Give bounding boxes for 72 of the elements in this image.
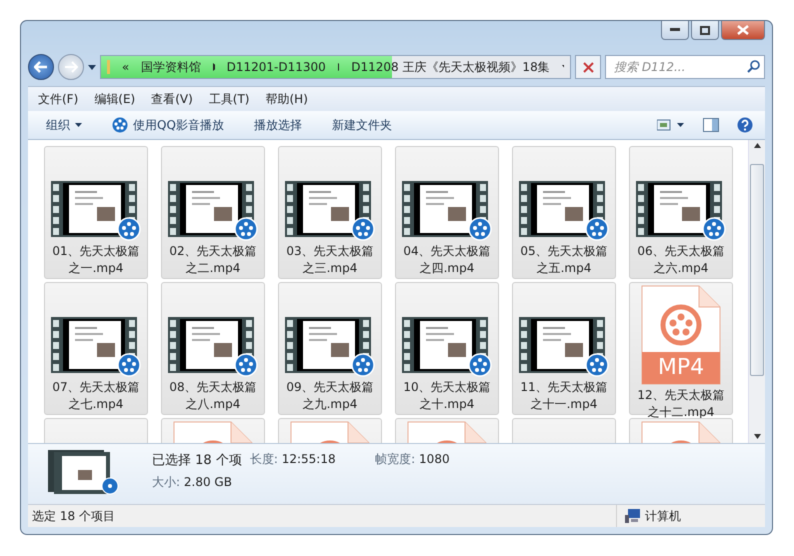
minimize-icon (670, 28, 680, 32)
file-item[interactable]: 02、先天太极篇之二.mp4 (161, 146, 265, 279)
minimize-button[interactable] (661, 21, 689, 40)
menu-item[interactable]: 帮助(H) (266, 90, 308, 108)
search-field[interactable]: 搜索 D112... (605, 55, 765, 79)
play-with-app-button[interactable]: 使用QQ影音播放 (112, 116, 224, 134)
caret-icon (75, 123, 82, 127)
maximize-icon (700, 26, 710, 34)
file-item[interactable]: 10、先天太极篇之十.mp4 (395, 282, 499, 415)
preview-pane-icon[interactable] (703, 118, 719, 132)
file-item[interactable]: 05、先天太极篇之五.mp4 (512, 146, 616, 279)
property-value: 12:55:18 (282, 452, 336, 466)
breadcrumb[interactable]: D11201-D11300 (226, 60, 326, 74)
file-item[interactable]: 08、先天太极篇之八.mp4 (161, 282, 265, 415)
file-name: 03、先天太极篇之三.mp4 (285, 243, 375, 277)
file-item[interactable]: 01、先天太极篇之一.mp4 (44, 146, 148, 279)
menu-item[interactable]: 编辑(E) (94, 90, 136, 108)
file-name: 07、先天太极篇之七.mp4 (51, 379, 141, 413)
close-icon (582, 62, 594, 72)
file-name: 04、先天太极篇之四.mp4 (402, 243, 492, 277)
folder-icon (107, 59, 110, 75)
address-bar[interactable]: « 国学资料馆 D11201-D11300 D11208 王庆《先天太极视频》18集 (100, 55, 571, 79)
file-item[interactable]: 11、先天太极篇之十一.mp4 (512, 282, 616, 415)
file-name: 02、先天太极篇之二.mp4 (168, 243, 258, 277)
breadcrumb[interactable]: 国学资料馆 (141, 58, 202, 76)
scroll-up-icon[interactable] (754, 143, 760, 148)
history-dropdown-icon[interactable] (88, 64, 96, 70)
toolbar-button[interactable]: 播放选择 (254, 116, 302, 134)
back-arrow-icon (34, 61, 48, 73)
organize-button[interactable]: 组织 (46, 116, 82, 134)
property-value: 2.80 GB (184, 475, 232, 489)
property-label: 长度: 12:55:18 (250, 451, 336, 468)
selection-summary: 已选择 18 个项 (152, 452, 242, 469)
back-button[interactable] (28, 54, 54, 80)
toolbar-button[interactable]: 新建文件夹 (332, 116, 392, 134)
dropdown-icon[interactable] (562, 64, 564, 70)
file-item[interactable]: 03、先天太极篇之三.mp4 (278, 146, 382, 279)
close-button[interactable] (721, 21, 765, 40)
status-text: 选定 18 个项目 (32, 508, 115, 524)
file-name: 01、先天太极篇之一.mp4 (51, 243, 141, 277)
forward-arrow-icon (64, 61, 78, 73)
file-name: 05、先天太极篇之五.mp4 (519, 243, 609, 277)
breadcrumb[interactable]: « (122, 60, 130, 74)
file-item[interactable]: 06、先天太极篇之六.mp4 (629, 146, 733, 279)
computer-icon (625, 509, 641, 523)
scrollbar[interactable] (748, 140, 765, 443)
property-value: 1080 (419, 452, 450, 466)
menu-item[interactable]: 文件(F) (38, 90, 78, 108)
file-item[interactable]: 04、先天太极篇之四.mp4 (395, 146, 499, 279)
scrollbar-thumb[interactable] (750, 164, 764, 376)
close-icon (737, 25, 749, 35)
property-label: 大小: 2.80 GB (152, 474, 233, 491)
scroll-down-icon[interactable] (754, 434, 760, 439)
help-icon[interactable] (737, 117, 753, 133)
menu-item[interactable]: 查看(V) (151, 90, 193, 108)
stop-button[interactable] (575, 55, 601, 79)
file-name: 08、先天太极篇之八.mp4 (168, 379, 258, 413)
menu-item[interactable]: 工具(T) (208, 90, 250, 108)
file-name: 10、先天太极篇之十.mp4 (402, 379, 492, 413)
property-label: 帧宽度: 1080 (375, 451, 450, 468)
file-name: 06、先天太极篇之六.mp4 (636, 243, 726, 277)
maximize-button[interactable] (691, 21, 719, 40)
film-reel-icon (112, 117, 128, 133)
search-icon[interactable] (747, 60, 760, 73)
mp4-label: MP4 (642, 352, 720, 384)
breadcrumb[interactable]: D11208 王庆《先天太极视频》18集 (351, 58, 550, 76)
file-item[interactable]: 07、先天太极篇之七.mp4 (44, 282, 148, 415)
file-name: 09、先天太极篇之九.mp4 (285, 379, 375, 413)
view-options-icon[interactable] (657, 119, 685, 131)
file-item[interactable]: 09、先天太极篇之九.mp4 (278, 282, 382, 415)
file-name: 11、先天太极篇之十一.mp4 (519, 379, 609, 413)
location-text: 计算机 (645, 508, 681, 524)
